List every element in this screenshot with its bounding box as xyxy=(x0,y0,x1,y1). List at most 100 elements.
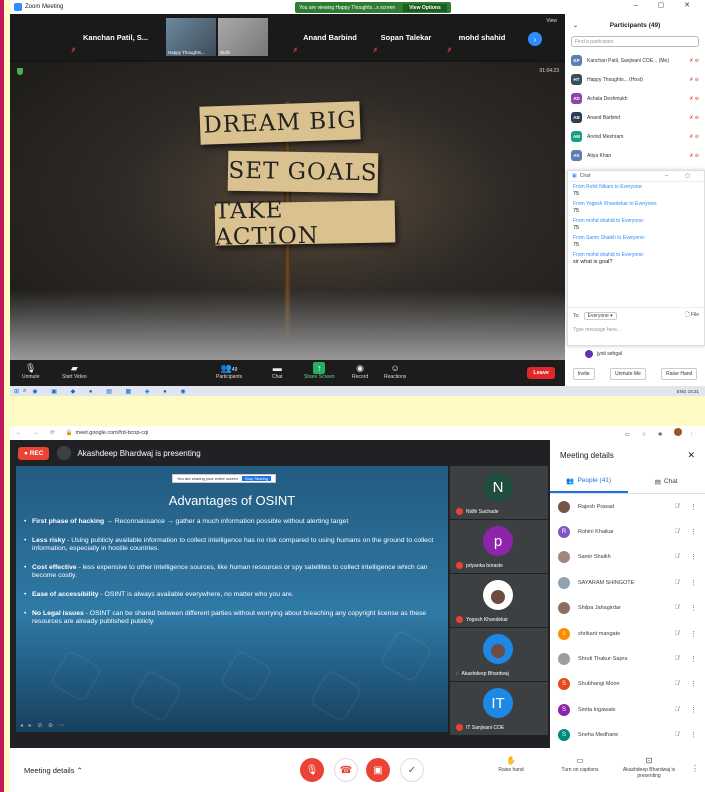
chat-sender: From Rohit Nikam to Everyone: xyxy=(573,184,643,190)
meeting-details-label: Meeting details xyxy=(24,765,75,775)
participant-row[interactable]: AB Anand Barbind ✗ ⊘ xyxy=(565,108,705,127)
people-row[interactable]: Shruti Thakur-Sapra 🎙̸ ⋮ xyxy=(550,646,705,671)
participant-name: Yogesh Khandekar xyxy=(466,616,509,623)
camera-off-icon[interactable]: ▣ xyxy=(366,758,390,782)
mic-off-icon[interactable]: 🎙 xyxy=(300,758,324,782)
people-row[interactable]: R Rohini Khaikar 🎙̸ ⋮ xyxy=(550,519,705,544)
participant-row[interactable]: jyoti sehgal xyxy=(565,350,705,358)
participant-tile[interactable]: IT IT Sanjivani COE xyxy=(450,682,548,736)
people-row[interactable]: S Sneha Medhane 🎙̸ ⋮ xyxy=(550,723,705,748)
slide-controls[interactable]: ◂ ▸ ⊘ ⊕ ⋯ xyxy=(20,722,67,729)
reactions-button[interactable]: ☺ Reactions xyxy=(384,362,406,380)
invite-button[interactable]: Invite xyxy=(572,368,595,380)
avatar: HT xyxy=(571,74,582,85)
profile-avatar[interactable] xyxy=(673,428,682,436)
taskbar-apps[interactable]: ◉ ▣ ◆ ● ▤ ▦ ◈ ● ◉ xyxy=(32,388,191,395)
people-row[interactable]: Rajesh Prasad 🎙̸ ⋮ xyxy=(550,494,705,519)
participant-tile[interactable]: p priyanka boraste xyxy=(450,520,548,574)
file-button[interactable]: 🗋 File xyxy=(686,312,699,320)
hang-up-icon[interactable]: ☎ xyxy=(334,758,358,782)
tab-people[interactable]: 👥 People (41) xyxy=(550,470,628,493)
unmute-button[interactable]: 🎙 Unmute xyxy=(22,362,40,380)
participant-row[interactable]: AM Arvind Meshram ✗ ⊘ xyxy=(565,127,705,146)
video-tile[interactable]: Happy Thoughts... xyxy=(166,18,216,56)
chat-text: 75 xyxy=(573,191,580,197)
system-tray[interactable]: ENG 15:31 xyxy=(677,389,699,394)
participants-icon: 👥49 xyxy=(220,363,238,373)
people-row[interactable]: s shrikant mangate 🎙̸ ⋮ xyxy=(550,621,705,646)
participants-button[interactable]: 👥49 Participants xyxy=(216,362,242,380)
participant-tile[interactable]: N Nidhi Sachade xyxy=(450,466,548,520)
tab-chat[interactable]: ▤ Chat xyxy=(628,470,705,493)
stop-sharing-button[interactable]: Stop Sharing xyxy=(242,476,272,481)
more-options-icon[interactable]: ⋮ xyxy=(690,630,697,638)
raise-hand-button[interactable]: ✋ Raise hand xyxy=(494,756,528,773)
recipient-select[interactable]: Everyone ▾ xyxy=(583,312,617,320)
view-button[interactable]: View xyxy=(546,18,557,24)
chat-message: From Yogesh Khandekar to Everyone: 75 xyxy=(568,199,704,216)
browser-toolbar-icons[interactable]: ▭ ☆ ✱ ⋮ xyxy=(625,428,699,438)
browser-nav-icons[interactable]: ← → ⟳ xyxy=(16,430,60,436)
more-options-icon[interactable]: ⋮ xyxy=(690,604,697,612)
people-row[interactable]: Samir Shaikh 🎙̸ ⋮ xyxy=(550,545,705,570)
video-tile-label: Nidhi xyxy=(220,50,231,55)
view-options-button[interactable]: View Options xyxy=(403,3,447,12)
close-icon[interactable]: ✕ xyxy=(687,450,695,461)
participant-tiles: N Nidhi Sachade p priyanka boraste Yogesh Kh… xyxy=(450,466,548,736)
mic-muted-icon: ✗ xyxy=(447,48,453,54)
start-video-button[interactable]: ▰ Start Video xyxy=(62,362,87,380)
more-options-icon[interactable]: ⋮ xyxy=(690,579,697,587)
participant-row[interactable]: KP Kanchan Patil, Sanjivani COE... (Me) … xyxy=(565,51,705,70)
mic-off-icon: 🎙̸ xyxy=(674,529,680,536)
people-row[interactable]: Shilpa Jahagirdar 🎙̸ ⋮ xyxy=(550,596,705,621)
mic-muted-icon: ✗ ⊘ xyxy=(689,76,699,83)
people-row[interactable]: SAYARAM SHINGOTE 🎙̸ ⋮ xyxy=(550,570,705,595)
chevron-down-icon[interactable]: ⌄ xyxy=(573,22,578,29)
raise-hand-button[interactable]: Raise Hand xyxy=(661,368,698,380)
strip-tile[interactable]: Sopan Talekar ✗ xyxy=(370,18,442,56)
participant-row[interactable]: AK Atiya Khan ✗ ⊘ xyxy=(565,146,705,165)
find-participant-input[interactable]: Find a participant xyxy=(571,36,699,47)
next-page-icon[interactable]: › xyxy=(528,32,542,46)
participant-row[interactable]: HT Happy Thoughts... (Host) ✗ ⊘ xyxy=(565,70,705,89)
people-row[interactable]: S Smita Ingawale 🎙̸ ⋮ xyxy=(550,697,705,722)
unmute-me-button[interactable]: Unmute Me xyxy=(609,368,646,380)
chat-input[interactable]: Type message here... xyxy=(573,327,699,333)
participant-tile[interactable]: Yogesh Khandekar xyxy=(450,574,548,628)
participant-tile[interactable]: ıl Akashdeep Bhardwaj xyxy=(450,628,548,682)
participant-row[interactable]: AD Achala Deshmukh ✗ ⊘ xyxy=(565,89,705,108)
more-options-icon[interactable]: ⋮ xyxy=(690,528,697,536)
video-tile[interactable]: Nidhi xyxy=(218,18,268,56)
participant-name: Anand Barbind xyxy=(587,114,621,121)
captions-button[interactable]: ▭ Turn on captions xyxy=(550,756,610,773)
bullet-text: - OSINT is always available everywhere, … xyxy=(98,590,294,598)
more-options-icon[interactable]: ⋮ xyxy=(691,764,699,773)
strip-tile[interactable]: Anand Barbind ✗ xyxy=(290,18,370,56)
mic-off-icon: 🎙̸ xyxy=(674,732,680,739)
people-row[interactable]: S Shubhangi Moon 🎙̸ ⋮ xyxy=(550,672,705,697)
more-options-icon[interactable]: ⋮ xyxy=(690,680,697,688)
share-screen-button[interactable]: ↑ Share Screen xyxy=(304,362,335,380)
strip-tile[interactable]: mohd shahid ✗ xyxy=(444,18,520,56)
search-icon[interactable]: ⌕ xyxy=(23,388,26,395)
panel-title: Meeting details xyxy=(560,450,614,460)
chat-window-controls[interactable]: – ▢ xyxy=(665,173,698,179)
windows-start-icon[interactable]: ⊞ xyxy=(14,388,19,395)
more-options-icon[interactable]: ⋮ xyxy=(690,731,697,739)
participant-name: IT Sanjivani COE xyxy=(466,724,505,731)
more-options-icon[interactable]: ⋮ xyxy=(690,503,697,511)
window-controls[interactable]: – ▢ ✕ xyxy=(634,1,699,9)
strip-name: Anand Barbind xyxy=(303,32,357,42)
strip-tile[interactable]: Kanchan Patil, S... ✗ xyxy=(68,18,163,56)
url-field[interactable]: meet.google.com/frd-bcnp-cqi xyxy=(76,430,149,436)
more-options-icon[interactable]: ⋮ xyxy=(690,706,697,714)
leave-button[interactable]: Leave xyxy=(527,367,555,379)
record-button[interactable]: ◉ Record xyxy=(352,362,368,380)
more-options-icon[interactable]: ⋮ xyxy=(690,553,697,561)
chat-button[interactable]: ▬ Chat xyxy=(272,362,283,380)
avatar xyxy=(558,551,570,564)
more-options-icon[interactable]: ⋮ xyxy=(690,655,697,663)
presenting-button[interactable]: ⊡ Akashdeep Bhardwaj is presenting xyxy=(614,756,684,779)
meeting-details-button[interactable]: Meeting details ⌃ xyxy=(24,766,83,775)
check-icon[interactable]: ✓ xyxy=(400,758,424,782)
